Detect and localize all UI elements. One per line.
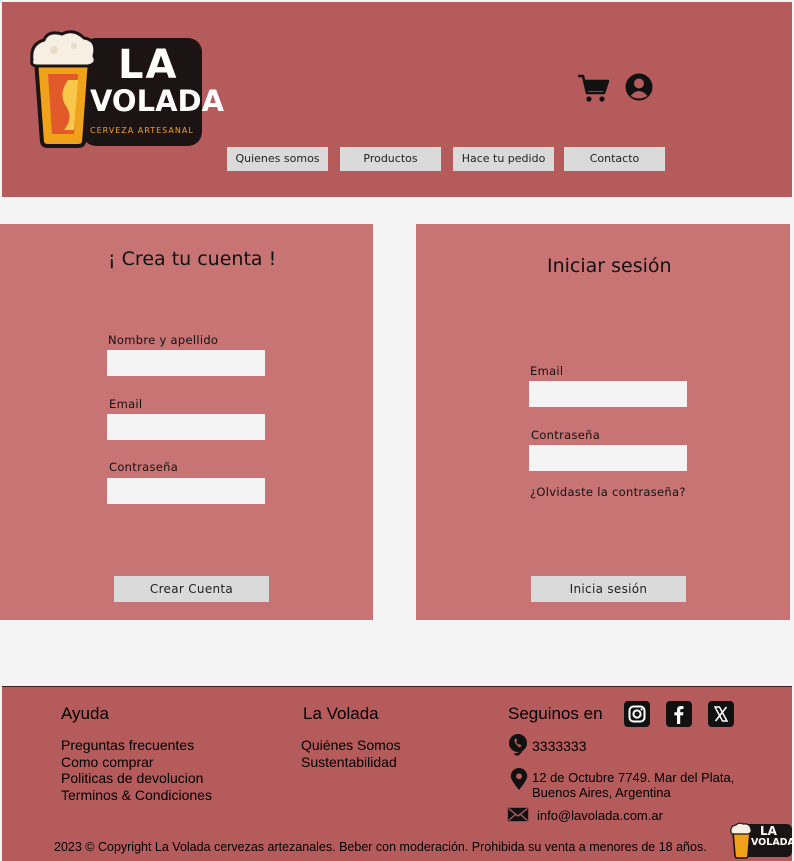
footer-logo[interactable]: LA VOLADA [730, 820, 794, 860]
help-link-returns[interactable]: Politicas de devolucion [61, 770, 203, 787]
logo-line2: VOLADA [90, 84, 225, 118]
footer-logo-line1: LA [760, 824, 777, 838]
register-email-label: Email [109, 397, 143, 411]
facebook-icon[interactable] [666, 701, 692, 727]
copyright-text: 2023 © Copyright La Volada cervezas arte… [54, 840, 707, 854]
main-nav: Quienes somos Productos Hace tu pedido C… [2, 147, 792, 171]
login-password-input[interactable] [529, 445, 687, 471]
site-header: LA VOLADA CERVEZA ARTESANAL Quienes somo… [2, 2, 792, 197]
brand-logo[interactable]: LA VOLADA CERVEZA ARTESANAL [26, 28, 224, 150]
help-heading: Ayuda [61, 704, 109, 723]
x-icon[interactable] [708, 701, 734, 727]
login-email-label: Email [530, 364, 564, 378]
contact-address: 12 de Octubre 7749. Mar del Plata, Bueno… [532, 770, 735, 800]
login-email-input[interactable] [529, 381, 687, 407]
header-actions [577, 72, 657, 106]
register-password-input[interactable] [107, 478, 265, 504]
login-panel: Iniciar sesión Email Contraseña ¿Olvidas… [416, 224, 790, 620]
forgot-password-link[interactable]: ¿Olvidaste la contraseña? [530, 485, 686, 499]
register-panel: ¡ Crea tu cuenta ! Nombre y apellido Ema… [0, 224, 373, 620]
register-password-label: Contraseña [109, 460, 179, 474]
about-link-who[interactable]: Quiénes Somos [301, 737, 401, 754]
help-link-how-to-buy[interactable]: Como comprar [61, 754, 154, 771]
help-link-faq[interactable]: Preguntas frecuentes [61, 737, 194, 754]
instagram-icon[interactable] [624, 701, 650, 727]
nav-hace-tu-pedido[interactable]: Hace tu pedido [453, 147, 554, 171]
contact-email[interactable]: info@lavolada.com.ar [537, 808, 663, 823]
logo-line1: LA [118, 42, 179, 88]
nav-contacto[interactable]: Contacto [564, 147, 665, 171]
nav-productos[interactable]: Productos [340, 147, 441, 171]
logo-tagline: CERVEZA ARTESANAL [90, 126, 194, 135]
register-email-input[interactable] [107, 414, 265, 440]
about-link-sustainability[interactable]: Sustentabilidad [301, 754, 397, 771]
location-icon [510, 768, 528, 790]
login-password-label: Contraseña [531, 428, 601, 442]
user-icon[interactable] [625, 73, 653, 101]
contact-phone: 3333333 [532, 738, 587, 754]
social-heading: Seguinos en [508, 704, 603, 723]
help-link-terms[interactable]: Terminos & Condiciones [61, 787, 212, 804]
site-footer: Ayuda Preguntas frecuentes Como comprar … [2, 686, 794, 861]
name-input[interactable] [107, 350, 265, 376]
create-account-button[interactable]: Crear Cuenta [114, 576, 269, 602]
cart-icon[interactable] [577, 72, 609, 104]
phone-icon [509, 734, 527, 756]
login-title: Iniciar sesión [547, 255, 672, 277]
login-button[interactable]: Inicia sesión [531, 576, 686, 602]
name-label: Nombre y apellido [108, 333, 219, 347]
register-title: ¡ Crea tu cuenta ! [108, 248, 277, 270]
mail-icon [507, 807, 529, 822]
beer-glass-icon [30, 30, 97, 148]
nav-quienes-somos[interactable]: Quienes somos [227, 147, 328, 171]
footer-logo-line2: VOLADA [751, 837, 794, 848]
about-heading: La Volada [303, 704, 379, 723]
